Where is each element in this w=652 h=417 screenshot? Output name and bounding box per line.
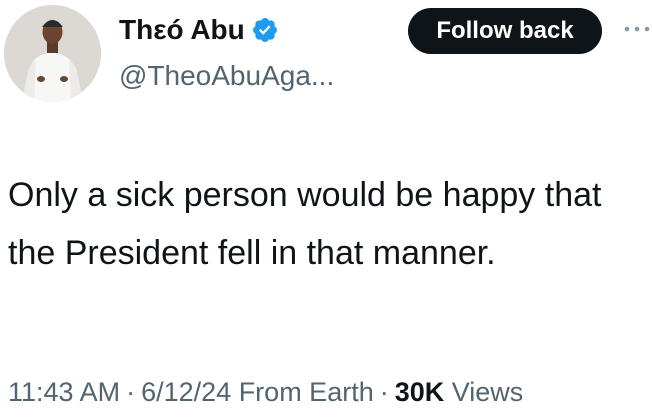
more-icon[interactable] <box>622 24 652 34</box>
tweet-date[interactable]: 6/12/24 <box>141 377 231 407</box>
avatar[interactable] <box>4 5 101 102</box>
avatar-image <box>4 5 101 102</box>
follow-back-button[interactable]: Follow back <box>408 8 602 54</box>
views-label: Views <box>451 377 524 407</box>
tweet-time[interactable]: 11:43 AM <box>8 377 120 407</box>
user-handle[interactable]: @TheoAbuAga... <box>119 56 334 96</box>
views-count[interactable]: 30K <box>395 377 445 407</box>
meta-separator: · <box>126 377 136 407</box>
tweet-meta: 11:43 AM · 6/12/24 From Earth · 30K Views <box>8 372 523 412</box>
verified-badge-icon[interactable] <box>251 16 279 44</box>
display-name[interactable]: Thεó Abu <box>119 10 245 50</box>
tweet-text: Only a sick person would be happy that t… <box>8 176 602 272</box>
display-name-row[interactable]: Thεó Abu <box>119 10 279 50</box>
tweet-source: From Earth <box>238 377 374 407</box>
meta-separator: · <box>379 377 389 407</box>
